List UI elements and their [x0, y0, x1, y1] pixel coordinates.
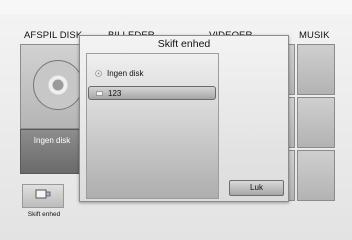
device-item-label: Ingen disk — [107, 69, 144, 78]
disc-icon — [33, 60, 83, 110]
disc-icon — [95, 70, 102, 77]
screen-top — [0, 0, 352, 14]
dialog-title: Skift enhed — [157, 38, 211, 50]
change-device-label: Skift enhed — [27, 211, 61, 218]
usb-device-icon — [35, 189, 51, 199]
disk-status-label: Ingen disk — [33, 136, 71, 145]
tab-music[interactable]: MUSIK — [299, 30, 330, 41]
media-tile[interactable] — [297, 150, 335, 201]
usb-icon — [96, 91, 103, 96]
device-item-no-disc[interactable]: Ingen disk — [88, 67, 216, 81]
device-item-usb[interactable]: 123 — [88, 86, 216, 100]
device-item-label: 123 — [108, 89, 122, 98]
media-tile[interactable] — [297, 97, 335, 148]
media-tile[interactable] — [297, 44, 335, 95]
close-button[interactable]: Luk — [229, 180, 284, 196]
tab-play-disk[interactable]: AFSPIL DISK — [24, 30, 82, 41]
